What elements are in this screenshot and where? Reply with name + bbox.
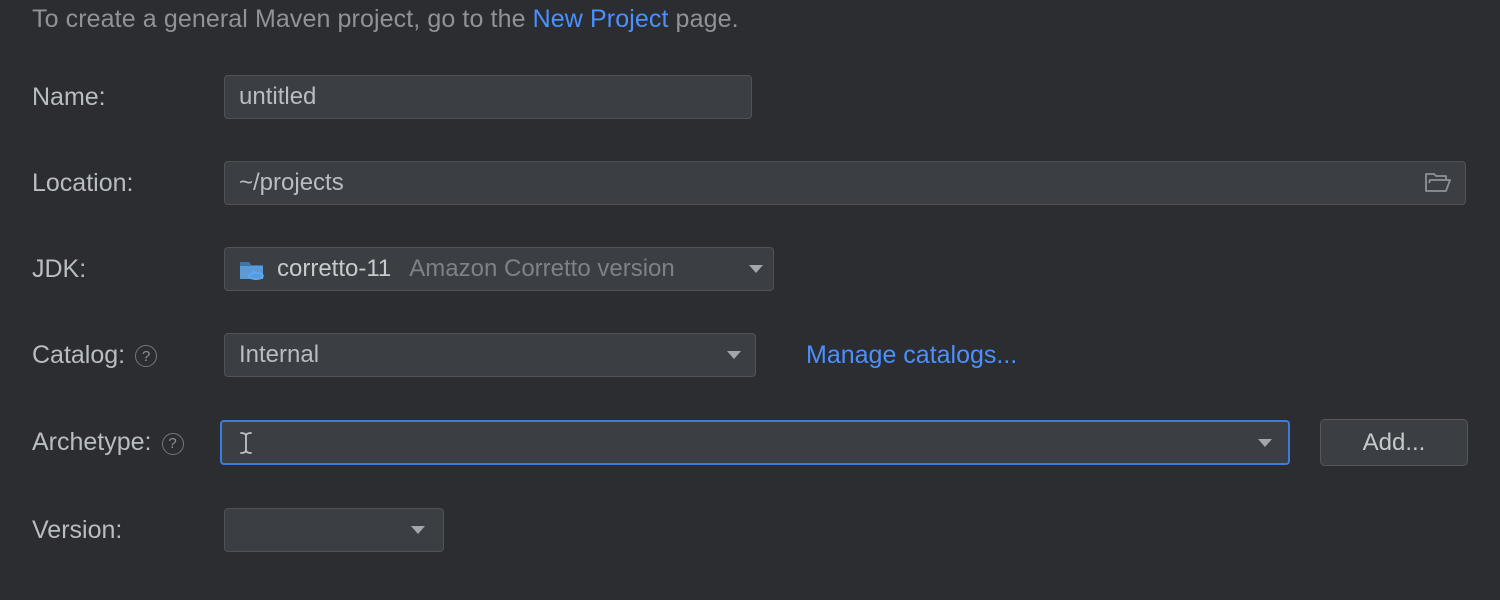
name-input[interactable] xyxy=(224,75,752,119)
name-input-text[interactable] xyxy=(239,83,737,111)
new-project-link[interactable]: New Project xyxy=(533,5,669,33)
chevron-down-icon xyxy=(749,265,763,273)
chevron-down-icon xyxy=(1258,439,1272,447)
manage-catalogs-link[interactable]: Manage catalogs... xyxy=(806,341,1017,370)
catalog-value: Internal xyxy=(239,341,319,369)
chevron-down-icon xyxy=(411,526,425,534)
catalog-dropdown[interactable]: Internal xyxy=(224,333,756,377)
intro-after: page. xyxy=(669,5,739,33)
intro-text: To create a general Maven project, go to… xyxy=(32,2,1468,37)
catalog-label: Catalog: ? xyxy=(32,341,224,370)
version-label: Version: xyxy=(32,516,224,545)
location-input-text[interactable] xyxy=(239,169,1425,197)
chevron-down-icon xyxy=(727,351,741,359)
add-button[interactable]: Add... xyxy=(1320,419,1468,466)
text-cursor-icon xyxy=(238,430,254,456)
location-label: Location: xyxy=(32,169,224,198)
version-dropdown[interactable] xyxy=(224,508,444,552)
name-label: Name: xyxy=(32,83,224,112)
jdk-name: corretto-11 xyxy=(277,255,391,283)
help-icon[interactable]: ? xyxy=(162,433,184,455)
jdk-detail: Amazon Corretto version xyxy=(409,255,674,283)
intro-before: To create a general Maven project, go to… xyxy=(32,5,533,33)
jdk-folder-icon xyxy=(239,258,265,280)
archetype-label: Archetype: ? xyxy=(32,428,220,457)
location-input[interactable] xyxy=(224,161,1466,205)
help-icon[interactable]: ? xyxy=(135,345,157,367)
jdk-label: JDK: xyxy=(32,255,224,284)
folder-open-icon[interactable] xyxy=(1425,172,1451,194)
archetype-dropdown[interactable] xyxy=(220,420,1290,465)
jdk-dropdown[interactable]: corretto-11 Amazon Corretto version xyxy=(224,247,774,291)
